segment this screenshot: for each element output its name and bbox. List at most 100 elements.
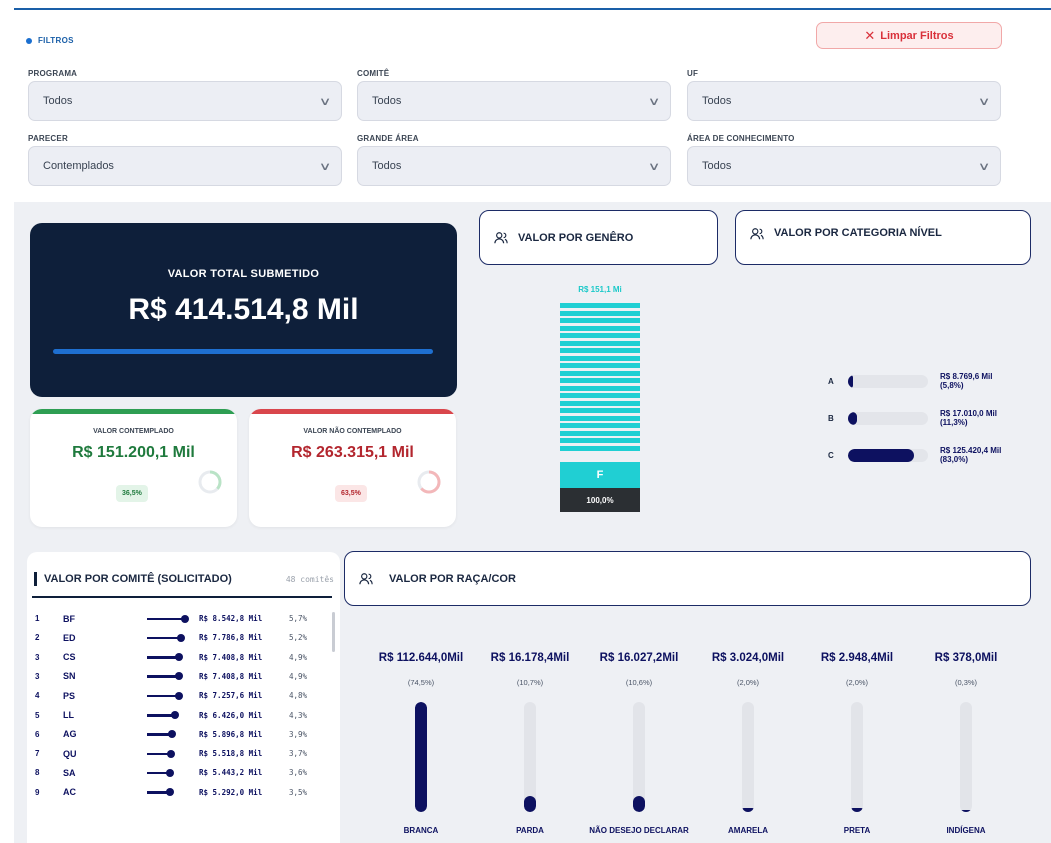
raca-column: R$ 378,0Mil (0,3%) INDÍGENA <box>911 652 1021 835</box>
categoria-letter: A <box>828 376 834 386</box>
comite-value: Todos <box>372 95 402 107</box>
comite-bar <box>147 768 187 777</box>
categoria-row-c: C R$ 125.420,4 Mil (83,0%) <box>828 445 1030 465</box>
genero-pct: 100,0% <box>560 488 640 512</box>
table-row[interactable]: 7 QU R$ 5.518,8 Mil 3,7% <box>35 745 331 762</box>
comite-bar-dot <box>168 730 177 739</box>
comite-value: R$ 6.426,0 Mil <box>199 710 263 720</box>
table-row[interactable]: 6 AG R$ 5.896,8 Mil 3,9% <box>35 726 331 743</box>
genero-bar-stripe <box>560 318 640 323</box>
clear-filters-button[interactable]: ✕ Limpar Filtros <box>816 22 1002 49</box>
nao-contemplado-ring <box>417 470 441 494</box>
chevron-down-icon: ∨ <box>647 95 661 108</box>
comite-bar <box>147 730 187 739</box>
raca-column: R$ 16.178,4Mil (10,7%) PARDA <box>475 652 585 835</box>
table-row[interactable]: 9 AC R$ 5.292,0 Mil 3,5% <box>35 784 331 801</box>
comite-code: SN <box>63 671 76 682</box>
comite-bar <box>147 711 187 719</box>
raca-column: R$ 2.948,4Mil (2,0%) PRETA <box>802 652 912 835</box>
categoria-fill <box>848 411 858 425</box>
area-conhecimento-select[interactable]: Todos ∨ <box>687 146 1001 186</box>
raca-bar-track <box>851 702 863 812</box>
genero-bar-stripe <box>560 430 640 436</box>
raca-name: PRETA <box>843 826 871 835</box>
comite-rank: 2 <box>35 633 40 643</box>
table-row[interactable]: 5 LL R$ 6.426,0 Mil 4,3% <box>35 707 331 724</box>
table-row[interactable]: 4 PS R$ 7.257,6 Mil 4,8% <box>35 687 331 704</box>
comite-value: R$ 7.408,8 Mil <box>199 671 263 681</box>
comite-bar <box>147 614 189 623</box>
nao-contemplado-value: R$ 263.315,1 Mil <box>291 444 414 461</box>
genero-bar-stripe <box>560 370 640 376</box>
contemplado-pct-badge: 36,5% <box>116 485 148 502</box>
comite-rank: 1 <box>35 614 40 623</box>
programa-select[interactable]: Todos ∨ <box>28 81 342 121</box>
raca-bar-fill <box>524 796 536 812</box>
comite-bar-dot <box>174 691 183 700</box>
grande-area-label: GRANDE ÁREA <box>357 134 419 143</box>
table-row[interactable]: 2 ED R$ 7.786,8 Mil 5,2% <box>35 629 331 646</box>
table-row[interactable]: 8 SA R$ 5.443,2 Mil 3,6% <box>35 764 331 781</box>
chevron-down-icon: ∨ <box>318 160 332 173</box>
raca-column: R$ 3.024,0Mil (2,0%) AMARELA <box>693 652 803 835</box>
comite-pct: 3,6% <box>289 768 308 778</box>
categoria-row-a: A R$ 8.769,6 Mil (5,8%) <box>828 371 1030 391</box>
comite-rank: 3 <box>35 671 40 681</box>
comite-code: AC <box>63 787 76 798</box>
raca-value: R$ 16.027,2Mil <box>599 652 679 664</box>
raca-pct: (2,0%) <box>845 678 869 687</box>
parecer-select[interactable]: Contemplados ∨ <box>28 146 342 186</box>
raca-column: R$ 112.644,0Mil (74,5%) BRANCA <box>366 652 476 835</box>
programa-label: PROGRAMA <box>28 69 78 78</box>
uf-select[interactable]: Todos ∨ <box>687 81 1001 121</box>
table-row[interactable]: 3 SN R$ 7.408,8 Mil 4,9% <box>35 668 331 685</box>
chevron-down-icon: ∨ <box>647 160 661 173</box>
comite-rank: 9 <box>35 787 40 797</box>
programa-value: Todos <box>43 95 73 107</box>
genero-bar-stripe <box>560 340 640 346</box>
total-card: VALOR TOTAL SUBMETIDO R$ 414.514,8 Mil <box>30 223 457 397</box>
comite-value: R$ 5.443,2 Mil <box>199 768 263 778</box>
raca-value: R$ 3.024,0Mil <box>711 652 785 664</box>
comite-marker <box>34 572 37 586</box>
categoria-letter: B <box>828 413 834 423</box>
comite-code: LL <box>63 710 74 720</box>
categoria-row-b: B R$ 17.010,0 Mil (11,3%) <box>828 408 1030 428</box>
genero-bar-label: F <box>560 462 640 488</box>
genero-bar-stripe <box>560 310 640 316</box>
comite-bar-dot <box>175 672 184 681</box>
table-row[interactable]: 3 CS R$ 7.408,8 Mil 4,9% <box>35 649 331 666</box>
nao-contemplado-accent <box>249 409 456 414</box>
raca-title: VALOR POR RAÇA/COR <box>389 572 516 585</box>
comite-bar-dot <box>166 768 175 777</box>
genero-top-label: R$ 151,1 Mi <box>578 285 622 294</box>
comite-code: CS <box>63 652 76 663</box>
comite-scrollbar[interactable] <box>332 612 335 652</box>
raca-header: VALOR POR RAÇA/COR <box>344 551 1031 606</box>
clear-filters-label: Limpar Filtros <box>880 29 954 42</box>
comite-value: R$ 7.408,8 Mil <box>199 652 263 662</box>
comite-code: BF <box>63 613 75 624</box>
grande-area-select[interactable]: Todos ∨ <box>357 146 671 186</box>
comite-pct: 4,9% <box>289 652 308 662</box>
genero-bar-stripe <box>560 303 640 308</box>
comite-select[interactable]: Todos ∨ <box>357 81 671 121</box>
raca-bar-fill <box>851 808 863 812</box>
comite-pct: 4,3% <box>289 710 308 720</box>
total-value: R$ 414.514,8 Mil <box>128 293 359 326</box>
categoria-value: R$ 125.420,4 Mil <box>940 446 1002 455</box>
genero-bar-stripe <box>560 423 640 428</box>
top-divider <box>14 8 1051 10</box>
raca-bar-fill <box>742 808 754 812</box>
comite-value: R$ 5.518,8 Mil <box>199 749 263 759</box>
comite-code: PS <box>63 690 76 701</box>
raca-bar-track <box>960 702 972 812</box>
raca-pct: (74,5%) <box>407 678 435 687</box>
comite-pct: 3,9% <box>289 729 308 739</box>
raca-pct: (10,6%) <box>625 678 653 687</box>
comite-pct: 5,2% <box>289 633 308 643</box>
genero-bar-stripe <box>560 333 640 338</box>
table-row[interactable]: 1 BF R$ 8.542,8 Mil 5,7% <box>35 610 331 627</box>
raca-bar-fill <box>960 810 972 812</box>
categoria-track <box>848 411 928 425</box>
